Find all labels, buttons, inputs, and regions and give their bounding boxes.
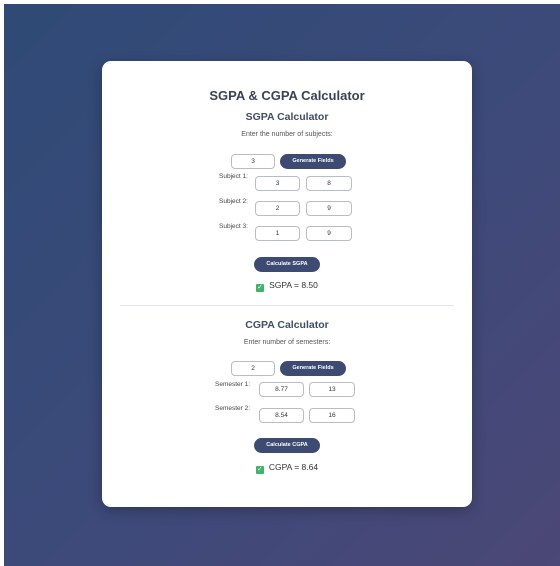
calculate-cgpa-button[interactable]: Calculate CGPA xyxy=(254,438,320,453)
subject-grade-input[interactable]: 8 xyxy=(306,176,352,191)
semester-label: Semester 1: xyxy=(215,381,251,388)
semester-sgpa-input[interactable]: 8.54 xyxy=(259,408,304,423)
semester-label: Semester 2: xyxy=(215,405,251,412)
subject-label: Subject 2: xyxy=(219,198,248,205)
sgpa-result: ✓ SGPA = 8.50 xyxy=(102,280,472,292)
section-divider xyxy=(120,305,454,306)
calculate-sgpa-button[interactable]: Calculate SGPA xyxy=(254,257,320,272)
semester-credits-input[interactable]: 16 xyxy=(309,408,355,423)
calculator-card: SGPA & CGPA Calculator SGPA Calculator E… xyxy=(102,61,472,507)
cgpa-generate-fields-button[interactable]: Generate Fields xyxy=(280,361,346,376)
subject-credits-input[interactable]: 1 xyxy=(255,226,300,241)
subject-credits-input[interactable]: 2 xyxy=(255,201,300,216)
cgpa-count-prompt: Enter number of semesters: xyxy=(243,339,331,346)
subject-grade-input[interactable]: 9 xyxy=(306,201,352,216)
semester-credits-input[interactable]: 13 xyxy=(309,382,355,397)
sgpa-generate-fields-button[interactable]: Generate Fields xyxy=(280,154,346,169)
cgpa-heading: CGPA Calculator xyxy=(245,319,329,331)
sgpa-count-prompt: Enter the number of subjects: xyxy=(241,131,333,138)
check-mark-icon: ✓ xyxy=(255,466,264,474)
subject-label: Subject 3: xyxy=(219,223,248,230)
cgpa-semester-count-input[interactable]: 2 xyxy=(231,361,275,376)
semester-sgpa-input[interactable]: 8.77 xyxy=(259,382,304,397)
sgpa-result-text: SGPA = 8.50 xyxy=(269,280,318,290)
subject-grade-input[interactable]: 9 xyxy=(306,226,352,241)
check-mark-icon: ✓ xyxy=(256,284,265,292)
cgpa-result: ✓ CGPA = 8.64 xyxy=(102,462,472,474)
page-background: SGPA & CGPA Calculator SGPA Calculator E… xyxy=(4,4,560,566)
cgpa-result-text: CGPA = 8.64 xyxy=(268,462,319,472)
sgpa-subject-count-input[interactable]: 3 xyxy=(231,154,275,169)
sgpa-heading: SGPA Calculator xyxy=(245,111,329,123)
page-title: SGPA & CGPA Calculator xyxy=(209,88,365,103)
subject-label: Subject 1: xyxy=(219,173,248,180)
subject-credits-input[interactable]: 3 xyxy=(255,176,300,191)
